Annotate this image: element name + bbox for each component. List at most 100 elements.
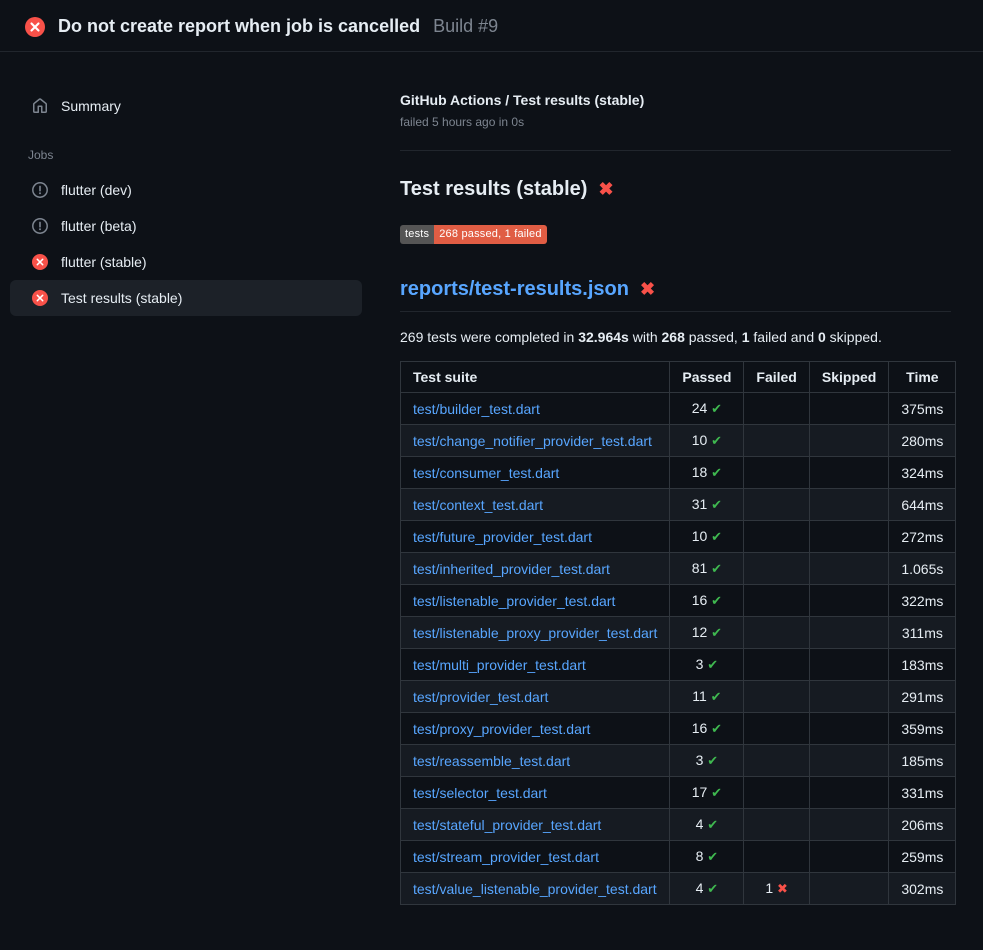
page-header: Do not create report when job is cancell… [0,0,983,52]
build-number: Build #9 [433,16,498,37]
suite-link[interactable]: test/listenable_proxy_provider_test.dart [413,625,657,641]
skipped-cell [809,489,888,521]
passed-cell: 11 ✔ [670,681,744,713]
time-cell: 206ms [889,809,956,841]
failed-cell [744,681,809,713]
time-cell: 359ms [889,713,956,745]
check-icon: ✔ [711,465,722,480]
sidebar-summary-label: Summary [61,98,121,114]
passed-cell: 4 ✔ [670,873,744,905]
passed-cell: 10 ✔ [670,425,744,457]
sidebar: Summary Jobs flutter (dev)flutter (beta)… [0,52,376,316]
failed-cell [744,457,809,489]
suite-link[interactable]: test/listenable_provider_test.dart [413,593,615,609]
cross-mark-icon: ✖ [598,179,613,200]
suite-link[interactable]: test/builder_test.dart [413,401,540,417]
check-icon: ✔ [711,401,722,416]
suite-link[interactable]: test/inherited_provider_test.dart [413,561,610,577]
badge-value: 268 passed, 1 failed [434,225,546,244]
suite-link[interactable]: test/selector_test.dart [413,785,547,801]
divider [400,150,951,151]
check-icon: ✔ [711,529,722,544]
skipped-cell [809,585,888,617]
table-row: test/change_notifier_provider_test.dart 1… [401,425,956,457]
check-icon: ✔ [711,593,722,608]
table-row: test/context_test.dart31 ✔644ms [401,489,956,521]
table-row: test/consumer_test.dart18 ✔324ms [401,457,956,489]
col-header-passed: Passed [670,362,744,393]
time-cell: 183ms [889,649,956,681]
passed-cell: 17 ✔ [670,777,744,809]
time-cell: 302ms [889,873,956,905]
suite-link[interactable]: test/value_listenable_provider_test.dart [413,881,657,897]
table-header-row: Test suite Passed Failed Skipped Time [401,362,956,393]
job-label: flutter (beta) [61,218,136,234]
passed-cell: 4 ✔ [670,809,744,841]
suite-link[interactable]: test/stateful_provider_test.dart [413,817,601,833]
sidebar-item-summary[interactable]: Summary [10,88,362,124]
skipped-cell [809,841,888,873]
failed-cell: 1 ✖ [744,873,809,905]
failed-cell [744,841,809,873]
skipped-cell [809,457,888,489]
check-icon: ✔ [711,785,722,800]
sidebar-item-job-0[interactable]: flutter (dev) [10,172,362,208]
col-header-failed: Failed [744,362,809,393]
table-row: test/stream_provider_test.dart 8 ✔ 259ms [401,841,956,873]
suite-link[interactable]: test/provider_test.dart [413,689,548,705]
failed-cell [744,649,809,681]
skipped-cell [809,393,888,425]
failed-cell [744,553,809,585]
failed-cell [744,745,809,777]
suite-link[interactable]: test/consumer_test.dart [413,465,559,481]
suite-link[interactable]: test/multi_provider_test.dart [413,657,586,673]
failed-cell [744,777,809,809]
summary-line: 269 tests were completed in 32.964s with… [400,329,951,345]
suite-link[interactable]: test/reassemble_test.dart [413,753,570,769]
report-file-link[interactable]: reports/test-results.json [400,278,629,301]
table-row: test/selector_test.dart17 ✔331ms [401,777,956,809]
tests-badge: tests 268 passed, 1 failed [400,225,547,244]
time-cell: 280ms [889,425,956,457]
time-cell: 185ms [889,745,956,777]
suite-link[interactable]: test/context_test.dart [413,497,543,513]
sidebar-item-job-1[interactable]: flutter (beta) [10,208,362,244]
failed-cell [744,521,809,553]
table-row: test/listenable_proxy_provider_test.dart… [401,617,956,649]
x-circle-icon [32,290,48,306]
check-icon: ✔ [711,497,722,512]
check-icon: ✔ [707,657,718,672]
time-cell: 259ms [889,841,956,873]
table-row: test/multi_provider_test.dart3 ✔183ms [401,649,956,681]
passed-cell: 24 ✔ [670,393,744,425]
breadcrumb: GitHub Actions / Test results (stable) [400,92,951,108]
col-header-skipped: Skipped [809,362,888,393]
time-cell: 1.065s [889,553,956,585]
check-icon: ✔ [707,753,718,768]
table-row: test/stateful_provider_test.dart 4 ✔ 206ms [401,809,956,841]
sidebar-jobs-list: flutter (dev) flutter (beta) flutter (stab… [10,172,362,316]
skipped-cell [809,873,888,905]
failed-cell [744,809,809,841]
sidebar-item-job-3[interactable]: Test results (stable) [10,280,362,316]
badge-label: tests [400,225,434,244]
failed-cell [744,617,809,649]
passed-cell: 16 ✔ [670,585,744,617]
check-icon: ✔ [707,881,718,896]
check-icon: ✔ [711,689,722,704]
time-cell: 375ms [889,393,956,425]
suite-link[interactable]: test/future_provider_test.dart [413,529,592,545]
suite-link[interactable]: test/change_notifier_provider_test.dart [413,433,652,449]
suite-link[interactable]: test/stream_provider_test.dart [413,849,599,865]
failed-cell [744,585,809,617]
time-cell: 644ms [889,489,956,521]
time-cell: 324ms [889,457,956,489]
failed-cell [744,489,809,521]
test-results-table: Test suite Passed Failed Skipped Time te… [400,361,956,905]
passed-cell: 12 ✔ [670,617,744,649]
sidebar-item-job-2[interactable]: flutter (stable) [10,244,362,280]
passed-cell: 8 ✔ [670,841,744,873]
failed-cell [744,393,809,425]
table-row: test/listenable_provider_test.dart16 ✔32… [401,585,956,617]
suite-link[interactable]: test/proxy_provider_test.dart [413,721,590,737]
